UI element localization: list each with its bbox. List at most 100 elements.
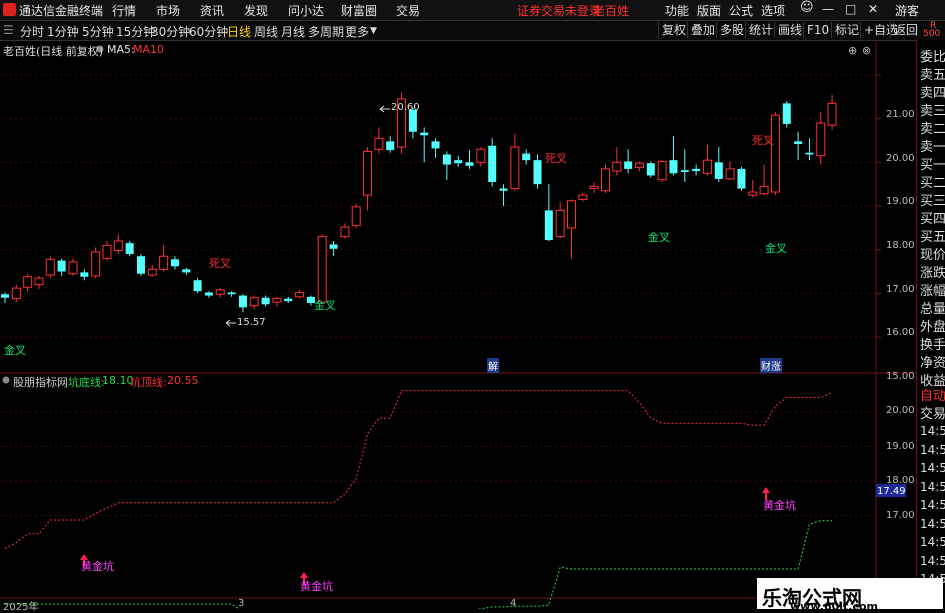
mark-button[interactable]: 标记 [831, 22, 862, 38]
candle [759, 164, 769, 196]
candle-body [567, 200, 576, 229]
candle-body [522, 153, 531, 161]
order-book-item: 买四 [920, 212, 945, 227]
tab-daily[interactable]: 日线 [227, 23, 251, 40]
tab-fenshi[interactable]: 分时 [20, 23, 44, 40]
candle [91, 247, 101, 279]
back-button[interactable]: 返回 [890, 22, 921, 38]
menu-caifuquan[interactable]: 财富圈 [341, 2, 377, 19]
tab-60min[interactable]: 60分钟 [189, 23, 228, 40]
candle-body [657, 160, 667, 181]
candle [555, 201, 565, 239]
candle [702, 144, 712, 176]
high-price-label: 20.60 [391, 102, 420, 113]
trade-label[interactable]: 交易 [920, 403, 945, 422]
panel-close-icon[interactable]: ⊗ [862, 44, 871, 57]
order-book-item: 买五 [920, 230, 945, 245]
quote-side-panel: R 500 委比 卖五 卖四 卖三 卖二 卖一 买一 买二 买三 买四 买五 现价 涨跌 涨幅 总量 外盘 换手… [916, 21, 945, 609]
pit-bottom-value: 18.10 [102, 374, 134, 387]
watermark-url: www.60lt.com [790, 600, 879, 613]
candle [284, 296, 293, 303]
menu-jiaoyi[interactable]: 交易 [396, 2, 420, 19]
candle [714, 147, 723, 182]
candle-body [261, 297, 270, 305]
menu-gongshi[interactable]: 公式 [729, 2, 753, 19]
candle [295, 289, 305, 299]
candle-body [23, 276, 33, 288]
candle [805, 138, 814, 161]
order-book-item: 卖二 [920, 122, 945, 137]
candle-body [499, 188, 508, 191]
menu-banmian[interactable]: 版面 [697, 2, 721, 19]
user-name: 老百姓 [593, 4, 630, 18]
candle-body [612, 161, 622, 172]
price-tick: 18.00 [886, 240, 915, 251]
ma10-label: MA10 [133, 43, 165, 56]
tick-time: 14:56 [920, 553, 945, 568]
overlay-button[interactable]: 叠加 [687, 22, 718, 38]
candle [816, 112, 826, 165]
draw-line-button[interactable]: 画线 [774, 22, 805, 38]
tab-multi-period[interactable]: 多周期 [308, 23, 344, 40]
kline-chart[interactable] [0, 40, 916, 609]
panel-zoom-icon[interactable]: ⊕ [848, 44, 857, 57]
auto-trade-label[interactable]: 自动 [920, 385, 945, 404]
candle-body [555, 209, 565, 238]
tab-5min[interactable]: 5分钟 [82, 23, 114, 40]
candle-body [420, 132, 429, 136]
candle-body [91, 251, 101, 277]
f10-button[interactable]: F10 [803, 22, 832, 38]
tab-30min[interactable]: 30分钟 [151, 23, 190, 40]
order-book-item: 外盘 [920, 320, 945, 335]
candle-body [204, 292, 213, 296]
guest-label[interactable]: 游客 [895, 2, 919, 19]
candle [612, 147, 622, 176]
menu-zixun[interactable]: 资讯 [200, 2, 224, 19]
candle [227, 291, 236, 297]
tab-weekly[interactable]: 周线 [254, 23, 278, 40]
trade-login-status[interactable]: 证券交易未登录 [517, 2, 601, 19]
maximize-icon[interactable]: □ [845, 2, 856, 16]
candle [374, 127, 384, 154]
candle [748, 179, 758, 198]
tab-15min[interactable]: 15分钟 [116, 23, 155, 40]
statistics-button[interactable]: 统计 [745, 22, 776, 38]
user-icon[interactable]: ☺ [800, 0, 814, 15]
golden-cross-signal: 金叉 [4, 344, 26, 357]
tab-monthly[interactable]: 月线 [281, 23, 305, 40]
menu-shichang[interactable]: 市场 [156, 2, 180, 19]
event-marker-jie[interactable]: 解 [487, 358, 499, 373]
golden-cross-signal: 金叉 [314, 299, 336, 312]
tab-1min[interactable]: 1分钟 [47, 23, 79, 40]
minimize-icon[interactable]: — [822, 2, 834, 16]
candle-body [113, 240, 123, 252]
more-chevron-icon[interactable]: ▼ [370, 26, 377, 36]
menu-hangqing[interactable]: 行情 [112, 2, 136, 19]
tab-more[interactable]: 更多 [345, 23, 369, 40]
price-tick: 16.00 [886, 327, 915, 338]
candle-body [465, 162, 474, 166]
price-tick: 17.00 [886, 284, 915, 295]
menu-gongneng[interactable]: 功能 [665, 2, 689, 19]
close-icon[interactable]: ✕ [868, 2, 878, 16]
fuquan-button[interactable]: 复权 [658, 22, 689, 38]
candle [23, 273, 33, 292]
candle-body [748, 191, 758, 196]
tick-time: 14:56 [920, 516, 945, 531]
candle-body [680, 170, 689, 172]
multi-stock-button[interactable]: 多股 [716, 22, 747, 38]
event-marker-caizhang[interactable]: 财涨 [760, 358, 782, 373]
candle-body [759, 185, 769, 195]
death-cross-signal: 死叉 [545, 152, 567, 165]
menu-xuanxiang[interactable]: 选项 [761, 2, 785, 19]
menu-faxian[interactable]: 发现 [244, 2, 268, 19]
candle-body [34, 277, 44, 286]
tick-time: 14:56 [920, 424, 945, 438]
indicator-tick: 19.00 [886, 441, 915, 452]
menu-wenxiaoda[interactable]: 问小达 [288, 2, 324, 19]
layout-toggle-icon[interactable]: ☰ [3, 23, 14, 37]
candle [45, 256, 55, 279]
candle [34, 275, 44, 289]
candle [329, 240, 338, 257]
candle-body [329, 244, 338, 249]
